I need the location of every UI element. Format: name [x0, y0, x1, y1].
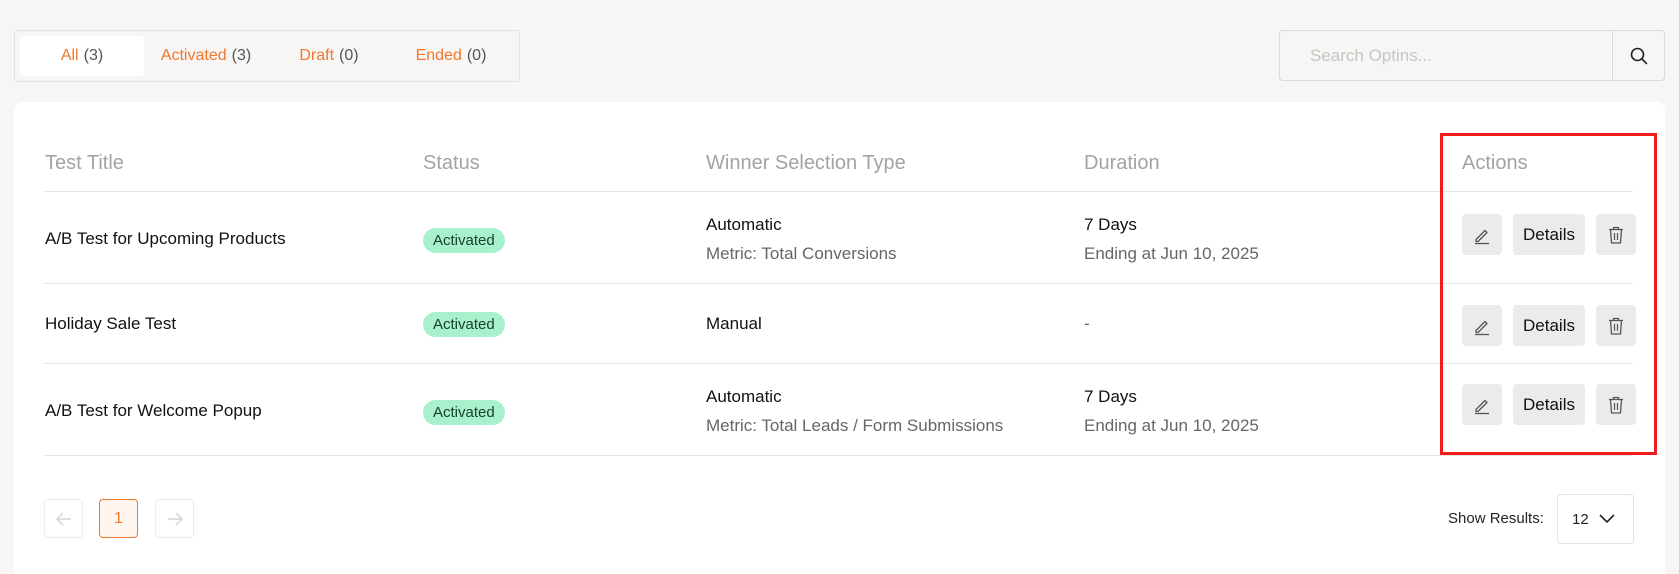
tab-count: (3) [83, 47, 104, 64]
tab-label: Ended [415, 47, 462, 64]
show-results-label: Show Results: [1448, 510, 1544, 527]
search-icon [1630, 47, 1647, 64]
tab-label: Draft [299, 47, 335, 64]
tab-count: (0) [339, 47, 359, 64]
results-per-page-value: 12 [1572, 510, 1589, 528]
tab-count: (3) [231, 47, 252, 64]
pencil-icon [1475, 229, 1489, 244]
ab-tests-card: Test Title Status Winner Selection Type … [14, 102, 1665, 574]
table-row: A/B Test for Welcome Popup Activated Aut… [44, 364, 1636, 456]
duration-value: 7 Days [1084, 215, 1137, 234]
tab-ended[interactable]: Ended (0) [390, 36, 512, 76]
header-test-title: Test Title [45, 152, 124, 174]
previous-page-button[interactable] [44, 499, 83, 538]
header-duration: Duration [1084, 152, 1160, 174]
arrow-left-icon [55, 511, 71, 526]
row-actions: Details [1462, 214, 1636, 255]
winner-selection-cell: Automatic Metric: Total Conversions [706, 215, 897, 264]
test-title[interactable]: Holiday Sale Test [45, 314, 176, 334]
table-row: Holiday Sale Test Activated Manual - Det… [44, 284, 1636, 364]
row-actions: Details [1462, 305, 1636, 346]
winner-type: Automatic [706, 387, 782, 406]
duration-ending: Ending at Jun 10, 2025 [1084, 416, 1259, 435]
page-number-button[interactable]: 1 [99, 499, 138, 538]
details-button[interactable]: Details [1513, 214, 1585, 255]
duration-cell: 7 Days Ending at Jun 10, 2025 [1084, 387, 1259, 436]
status-badge: Activated [423, 312, 505, 337]
edit-button[interactable] [1462, 384, 1502, 425]
details-button[interactable]: Details [1513, 384, 1585, 425]
trash-icon [1609, 317, 1623, 335]
delete-button[interactable] [1596, 305, 1636, 346]
tab-label: All [60, 47, 79, 64]
winner-type: Automatic [706, 215, 782, 234]
search-input[interactable] [1280, 31, 1612, 80]
duration-cell: - [1084, 314, 1090, 334]
tab-draft[interactable]: Draft (0) [268, 36, 390, 76]
tab-count: (0) [466, 47, 487, 64]
row-actions: Details [1462, 384, 1636, 425]
duration-value: 7 Days [1084, 387, 1137, 406]
header-actions: Actions [1462, 152, 1528, 174]
table-header: Test Title Status Winner Selection Type … [44, 102, 1633, 192]
pencil-icon [1475, 399, 1489, 414]
tab-all[interactable]: All (3) [20, 36, 144, 76]
search-button[interactable] [1612, 31, 1664, 80]
winner-metric: Metric: Total Leads / Form Submissions [706, 416, 1004, 435]
status-filter-tabs: All (3) Activated (3) Draft (0) Ended (0… [14, 30, 520, 82]
header-status: Status [423, 152, 480, 174]
results-per-page-select[interactable]: 12 [1557, 494, 1634, 544]
pencil-icon [1475, 320, 1489, 335]
winner-selection-cell: Automatic Metric: Total Leads / Form Sub… [706, 387, 1003, 436]
trash-icon [1609, 396, 1623, 414]
next-page-button[interactable] [155, 499, 194, 538]
test-title[interactable]: A/B Test for Upcoming Products [45, 229, 286, 249]
search-box [1279, 30, 1665, 81]
status-badge: Activated [423, 400, 505, 425]
chevron-down-icon [1599, 514, 1615, 524]
edit-button[interactable] [1462, 305, 1502, 346]
delete-button[interactable] [1596, 214, 1636, 255]
header-winner-selection-type: Winner Selection Type [706, 152, 906, 174]
tab-activated[interactable]: Activated (3) [144, 36, 268, 76]
details-button[interactable]: Details [1513, 305, 1585, 346]
duration-ending: Ending at Jun 10, 2025 [1084, 244, 1259, 263]
winner-selection-cell: Manual [706, 314, 762, 334]
duration-value: - [1084, 314, 1090, 333]
edit-button[interactable] [1462, 214, 1502, 255]
table-row: A/B Test for Upcoming Products Activated… [44, 192, 1636, 284]
duration-cell: 7 Days Ending at Jun 10, 2025 [1084, 215, 1259, 264]
winner-type: Manual [706, 314, 762, 333]
arrow-right-icon [167, 511, 183, 526]
status-badge: Activated [423, 228, 505, 253]
winner-metric: Metric: Total Conversions [706, 244, 897, 263]
tab-label: Activated [160, 47, 227, 64]
test-title[interactable]: A/B Test for Welcome Popup [45, 401, 262, 421]
trash-icon [1609, 226, 1623, 244]
delete-button[interactable] [1596, 384, 1636, 425]
